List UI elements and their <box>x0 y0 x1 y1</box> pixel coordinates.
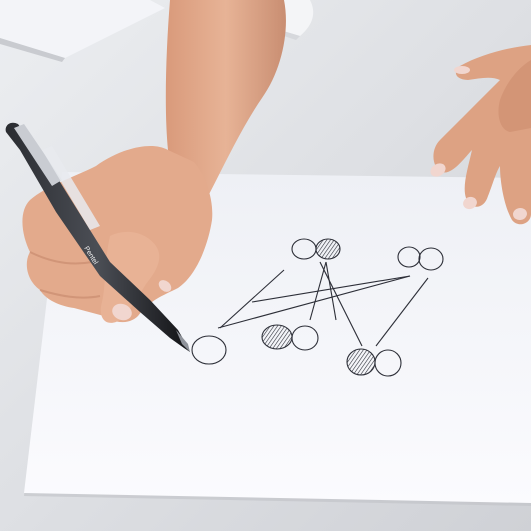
photo-scene: Pentel <box>0 0 531 531</box>
sketch-node-hatched <box>346 348 376 376</box>
sketch-node-hatched <box>315 238 341 260</box>
sketch-node-hatched <box>261 324 293 350</box>
